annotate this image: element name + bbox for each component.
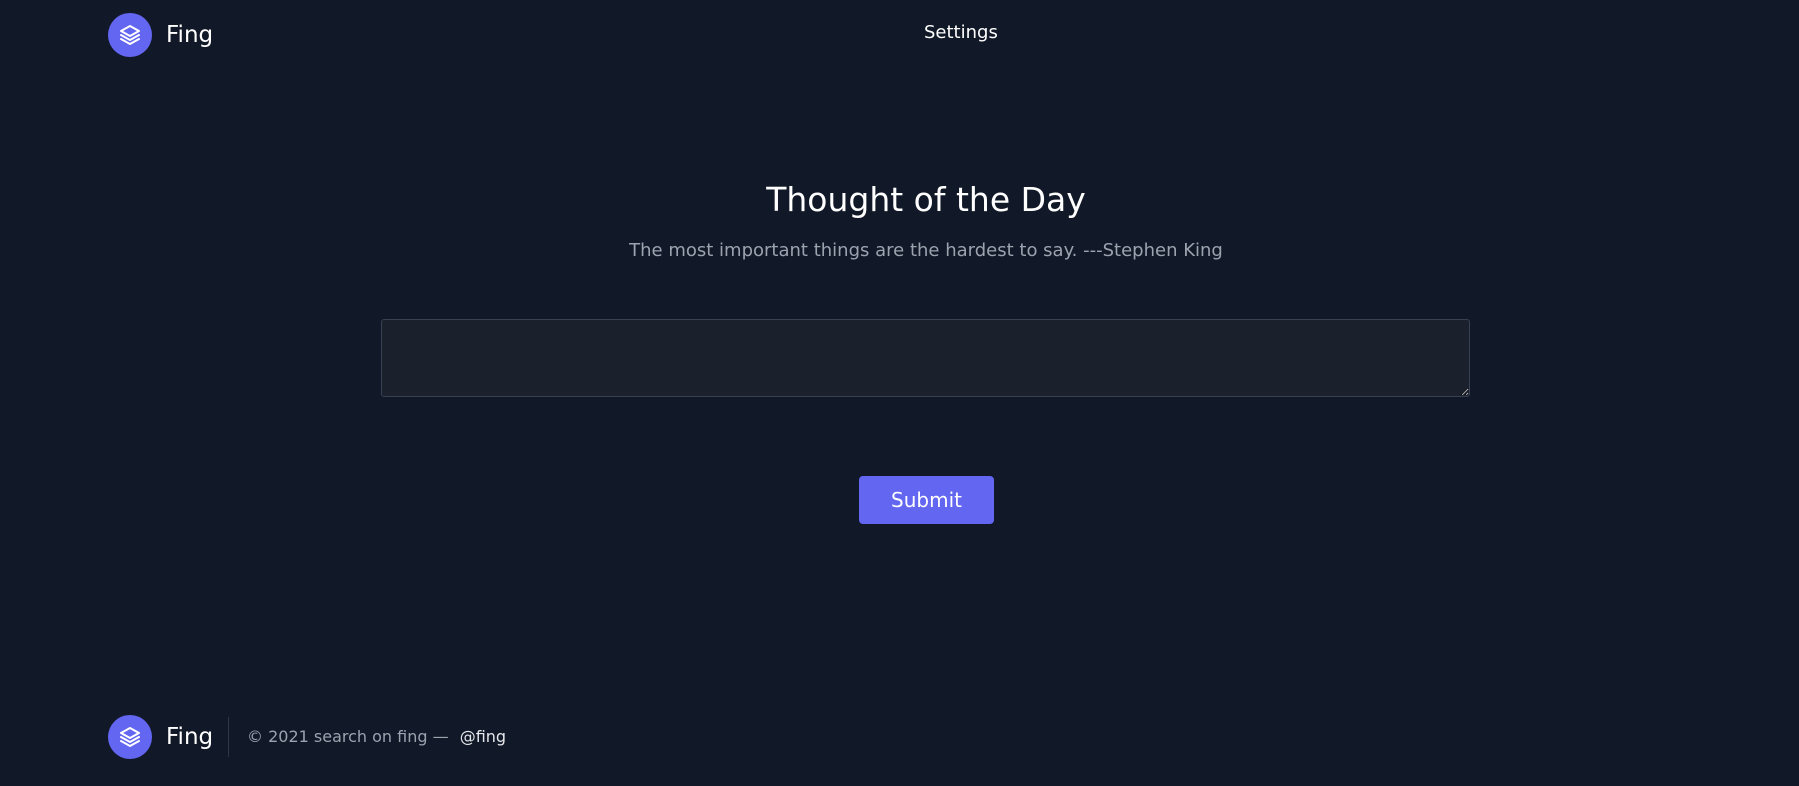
- brand-name: Fing: [166, 22, 214, 48]
- layers-icon: [108, 715, 152, 759]
- header-brand-link[interactable]: Fing: [108, 13, 213, 57]
- header: Fing Settings: [0, 0, 1799, 70]
- footer-divider: [228, 717, 229, 757]
- copyright-text: © 2021 search on fing —: [247, 727, 449, 746]
- footer-brand-link[interactable]: Fing: [108, 715, 213, 759]
- footer-brand-name: Fing: [166, 724, 214, 750]
- footer-copyright: © 2021 search on fing — @fing: [247, 727, 506, 746]
- layers-icon: [108, 13, 152, 57]
- page: Fing Settings Thought of the Day The mos…: [0, 0, 1799, 786]
- quote-text: The most important things are the hardes…: [629, 240, 1223, 261]
- submit-button[interactable]: Submit: [859, 476, 994, 524]
- footer-handle-link[interactable]: @fing: [460, 727, 506, 746]
- thought-input[interactable]: [381, 319, 1470, 397]
- nav-settings-link[interactable]: Settings: [924, 22, 998, 43]
- page-title: Thought of the Day: [766, 180, 1086, 219]
